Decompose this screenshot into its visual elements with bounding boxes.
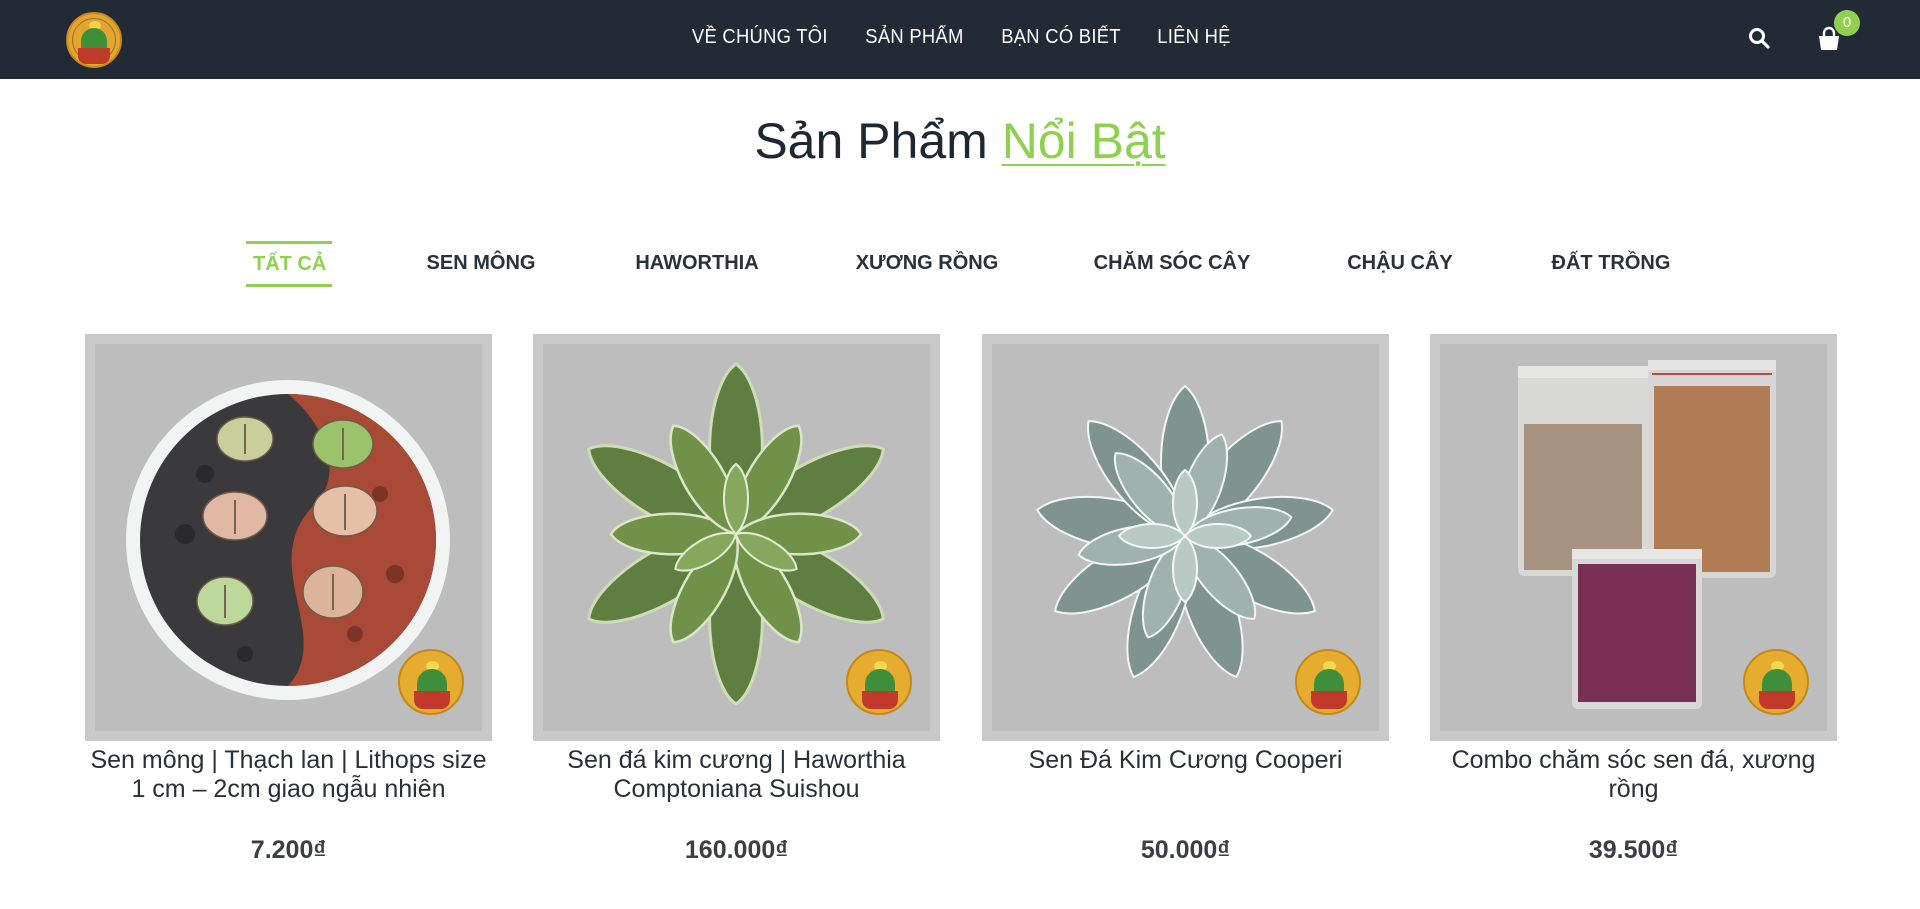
product-price: 160.000₫ bbox=[684, 836, 789, 864]
section-title-main: Sản Phẩm bbox=[754, 113, 988, 169]
badge-pot bbox=[1311, 691, 1347, 709]
product-image-frame bbox=[95, 344, 482, 731]
product-image-frame bbox=[543, 344, 930, 731]
cart-count-badge: 0 bbox=[1834, 10, 1860, 36]
nav-item-did-you-know[interactable]: BẠN CÓ BIẾT bbox=[1002, 22, 1122, 52]
badge-pot bbox=[862, 691, 898, 709]
product-name[interactable]: Sen mông | Thạch lan | Lithops size 1 cm… bbox=[85, 746, 492, 804]
main-nav: VỀ CHÚNG TÔI SẢN PHẨM BẠN CÓ BIẾT LIÊN H… bbox=[0, 22, 1920, 52]
search-icon[interactable] bbox=[1748, 27, 1770, 49]
tab-haworthia[interactable]: HAWORTHIA bbox=[630, 241, 764, 287]
product-card: Sen mông | Thạch lan | Lithops size 1 cm… bbox=[85, 334, 492, 894]
product-name[interactable]: Combo chăm sóc sen đá, xương rồng bbox=[1430, 746, 1837, 804]
product-price: 7.200₫ bbox=[250, 836, 327, 864]
section-title-accent[interactable]: Nổi Bật bbox=[1002, 113, 1166, 169]
product-card: Sen Đá Kim Cương Cooperi 50.000₫ bbox=[982, 334, 1389, 894]
nav-item-contact[interactable]: LIÊN HỆ bbox=[1158, 22, 1232, 52]
category-tabs: TẤT CẢ SEN MÔNG HAWORTHIA XƯƠNG RỒNG CHĂ… bbox=[0, 241, 1920, 287]
product-price: 50.000₫ bbox=[1140, 836, 1231, 864]
product-name[interactable]: Sen Đá Kim Cương Cooperi bbox=[982, 746, 1389, 775]
section-title: Sản Phẩm Nổi Bật bbox=[0, 108, 1920, 174]
brand-badge bbox=[1743, 649, 1809, 715]
site-header: VỀ CHÚNG TÔI SẢN PHẨM BẠN CÓ BIẾT LIÊN H… bbox=[0, 0, 1920, 79]
brand-badge bbox=[1295, 649, 1361, 715]
tab-all[interactable]: TẤT CẢ bbox=[246, 241, 332, 287]
brand-badge bbox=[846, 649, 912, 715]
tab-lithops[interactable]: SEN MÔNG bbox=[420, 241, 542, 287]
product-image[interactable] bbox=[1430, 334, 1837, 741]
tab-cactus[interactable]: XƯƠNG RỒNG bbox=[854, 241, 1000, 287]
tab-pots[interactable]: CHẬU CÂY bbox=[1344, 241, 1456, 287]
product-image[interactable] bbox=[533, 334, 940, 741]
nav-item-about[interactable]: VỀ CHÚNG TÔI bbox=[692, 22, 828, 52]
product-image-frame bbox=[1440, 344, 1827, 731]
product-name[interactable]: Sen đá kim cương | Haworthia Comptoniana… bbox=[533, 746, 940, 804]
product-card: Combo chăm sóc sen đá, xương rồng 39.500… bbox=[1430, 334, 1837, 894]
tab-plant-care[interactable]: CHĂM SÓC CÂY bbox=[1092, 241, 1252, 287]
product-image[interactable] bbox=[85, 334, 492, 741]
product-image[interactable] bbox=[982, 334, 1389, 741]
nav-item-products[interactable]: SẢN PHẨM bbox=[866, 22, 964, 52]
badge-pot bbox=[414, 691, 450, 709]
product-card: Sen đá kim cương | Haworthia Comptoniana… bbox=[533, 334, 940, 894]
product-image-frame bbox=[992, 344, 1379, 731]
badge-pot bbox=[1759, 691, 1795, 709]
tab-soil[interactable]: ĐẤT TRỒNG bbox=[1548, 241, 1674, 287]
product-price: 39.500₫ bbox=[1588, 836, 1679, 864]
brand-badge bbox=[398, 649, 464, 715]
